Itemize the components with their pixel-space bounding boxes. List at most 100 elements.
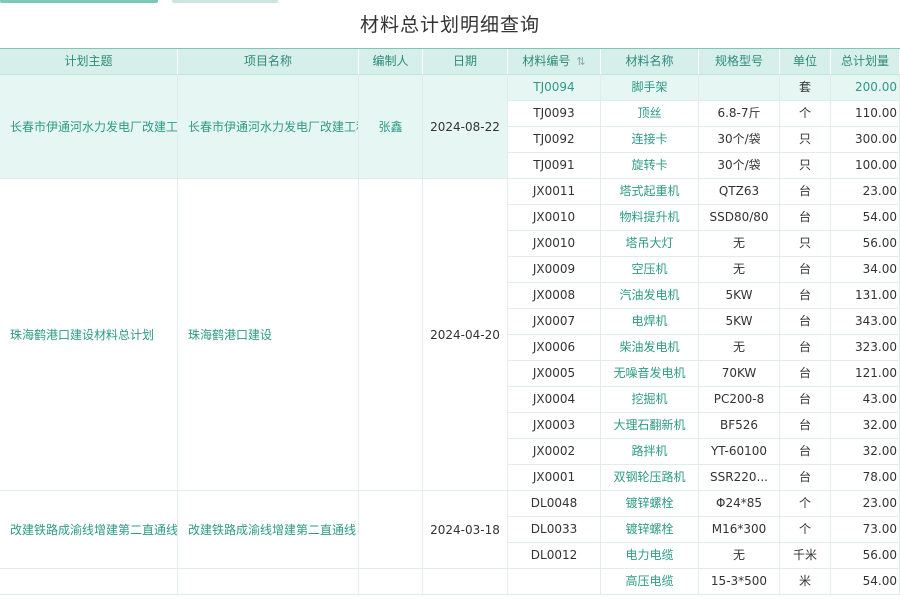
total-qty-cell: 323.00 [831,335,900,361]
column-header-material-code[interactable]: 材料编号 ⇅ [508,49,601,75]
plan-subject-cell: 长春市伊通河水力发电厂改建工程 [0,75,178,179]
spec-cell: 30个/袋 [699,127,780,153]
plan-subject-cell: 珠海鹤港口建设材料总计划 [0,179,178,491]
spec-cell: 70KW [699,361,780,387]
spec-cell: QTZ63 [699,179,780,205]
sort-icon[interactable]: ⇅ [576,49,585,74]
material-code-cell: JX0003 [508,413,601,439]
material-name-cell: 电力电缆 [601,543,699,569]
column-header-plan-subject[interactable]: 计划主题 [0,49,178,75]
unit-cell: 个 [780,491,831,517]
column-header-project-name[interactable]: 项目名称 [178,49,359,75]
material-code-cell: JX0008 [508,283,601,309]
total-qty-cell: 23.00 [831,491,900,517]
material-name-cell: 双钢轮压路机 [601,465,699,491]
material-code-cell: JX0007 [508,309,601,335]
material-name-cell: 电焊机 [601,309,699,335]
unit-cell: 只 [780,153,831,179]
project-name-cell: 长春市伊通河水力发电厂改建工程 [178,75,359,179]
column-header-unit[interactable]: 单位 [780,49,831,75]
material-code-cell: JX0010 [508,231,601,257]
spec-cell: 无 [699,257,780,283]
total-qty-cell: 110.00 [831,101,900,127]
material-code-cell: JX0002 [508,439,601,465]
material-name-cell: 塔式起重机 [601,179,699,205]
material-name-cell: 塔吊大灯 [601,231,699,257]
project-name-cell: 珠海鹤港口建设 [178,179,359,491]
total-qty-cell: 54.00 [831,569,900,595]
material-name-cell: 柴油发电机 [601,335,699,361]
tab-inactive-indicator[interactable] [172,0,278,3]
material-code-cell: JX0006 [508,335,601,361]
column-header-material-name[interactable]: 材料名称 [601,49,699,75]
spec-cell: 15-3*500 [699,569,780,595]
unit-cell: 只 [780,231,831,257]
spec-cell: M16*300 [699,517,780,543]
material-name-cell: 汽油发电机 [601,283,699,309]
material-code-cell: JX0010 [508,205,601,231]
material-code-cell: DL0048 [508,491,601,517]
material-code-cell: JX0011 [508,179,601,205]
unit-cell: 台 [780,361,831,387]
creator-cell [359,491,423,569]
spec-cell: SSR220... [699,465,780,491]
column-header-creator[interactable]: 编制人 [359,49,423,75]
project-name-cell [178,569,359,595]
unit-cell: 套 [780,75,831,101]
unit-cell: 台 [780,179,831,205]
creator-cell [359,179,423,491]
total-qty-cell: 56.00 [831,231,900,257]
material-name-cell: 顶丝 [601,101,699,127]
column-header-spec[interactable]: 规格型号 [699,49,780,75]
creator-cell: 张鑫 [359,75,423,179]
spec-cell: 无 [699,335,780,361]
creator-cell [359,569,423,595]
unit-cell: 台 [780,335,831,361]
column-header-total-qty[interactable]: 总计划量 [831,49,900,75]
spec-cell: Φ24*85 [699,491,780,517]
material-code-cell: TJ0094 [508,75,601,101]
material-code-cell: JX0001 [508,465,601,491]
total-qty-cell: 54.00 [831,205,900,231]
unit-cell: 只 [780,127,831,153]
spec-cell: 5KW [699,309,780,335]
plan-subject-cell [0,569,178,595]
material-name-cell: 高压电缆 [601,569,699,595]
date-cell [423,569,508,595]
material-name-cell: 挖掘机 [601,387,699,413]
unit-cell: 台 [780,413,831,439]
top-tab-strip [0,0,900,4]
plan-subject-cell: 改建铁路成渝线增建第二直通线 [0,491,178,569]
page-title: 材料总计划明细查询 [359,14,540,36]
tab-active-indicator[interactable] [0,0,158,3]
total-qty-cell: 121.00 [831,361,900,387]
total-qty-cell: 343.00 [831,309,900,335]
unit-cell: 个 [780,517,831,543]
spec-cell: 6.8-7斤 [699,101,780,127]
material-code-cell [508,569,601,595]
unit-cell: 台 [780,309,831,335]
total-qty-cell: 56.00 [831,543,900,569]
spec-cell: 5KW [699,283,780,309]
spec-cell: 30个/袋 [699,153,780,179]
column-header-date[interactable]: 日期 [423,49,508,75]
material-name-cell: 大理石翻新机 [601,413,699,439]
total-qty-cell: 78.00 [831,465,900,491]
spec-cell: 无 [699,543,780,569]
material-code-cell: DL0033 [508,517,601,543]
date-cell: 2024-08-22 [423,75,508,179]
unit-cell: 台 [780,283,831,309]
date-cell: 2024-03-18 [423,491,508,569]
total-qty-cell: 73.00 [831,517,900,543]
material-plan-table: 计划主题 项目名称 编制人 日期 材料编号 ⇅ 材料名称 规格型号 单位 总计划量… [0,48,900,600]
total-qty-cell: 100.00 [831,153,900,179]
total-qty-cell: 34.00 [831,257,900,283]
total-qty-cell: 32.00 [831,439,900,465]
material-name-cell: 镀锌螺栓 [601,517,699,543]
material-name-cell: 镀锌螺栓 [601,491,699,517]
spec-cell: SSD80/80 [699,205,780,231]
table-header: 计划主题 项目名称 编制人 日期 材料编号 ⇅ 材料名称 规格型号 单位 总计划量 [0,49,900,75]
material-code-cell: TJ0092 [508,127,601,153]
date-cell: 2024-04-20 [423,179,508,491]
column-header-material-code-label: 材料编号 [522,54,571,68]
